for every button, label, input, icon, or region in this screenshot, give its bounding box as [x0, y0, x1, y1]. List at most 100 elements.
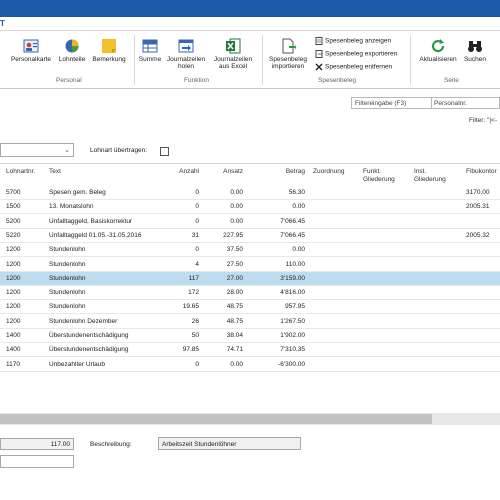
cell-text: Stundenlohn Dezember [49, 317, 118, 325]
column-header-lohnartnr[interactable]: Lohnartnr. [6, 168, 35, 176]
cell-ansatz: 28.00 [226, 289, 243, 297]
note-icon [102, 39, 116, 53]
lohnteile-button[interactable]: Lohnteile [56, 38, 88, 63]
cell-betrag: 1'267.50 [280, 317, 305, 325]
cell-lohnartnr: 1200 [6, 246, 21, 254]
ribbon-separator [134, 35, 135, 85]
column-header-anzahl[interactable]: Anzahl [160, 168, 199, 176]
journalzeilen-excel-label-2: aus Excel [218, 63, 248, 70]
table-row[interactable]: 1500 13. Monatslohn 0 0.00 0.00 2005.31 [0, 200, 500, 215]
column-header-text[interactable]: Text [49, 168, 61, 176]
personalkarte-label: Personalkarte [10, 56, 52, 63]
cell-anzahl: 31 [191, 231, 199, 239]
spesenbeleg-exportieren-button[interactable]: Spesenbeleg exportieren [315, 50, 397, 58]
cell-ansatz: 27.00 [226, 274, 243, 282]
journalzeilen-holen-label-1: Journalzeilen [166, 56, 206, 63]
import-lines-icon [178, 39, 194, 53]
anzahl-field[interactable]: 117.00 [0, 438, 74, 450]
filter-input[interactable]: Filtereingabe (F3) Personalnr. [351, 97, 500, 109]
cell-text: Stundenlohn [49, 246, 86, 254]
aktualisieren-label: Aktualisieren [419, 56, 457, 63]
lohnart-uebertragen-checkbox[interactable] [160, 147, 169, 156]
anzahl-value: 117.00 [50, 441, 70, 448]
cell-ansatz: 48.75 [226, 317, 243, 325]
lohnteile-label: Lohnteile [58, 56, 86, 63]
secondary-input[interactable] [0, 455, 74, 468]
column-header-inst-gliederung[interactable]: Inst. Gliederung [414, 168, 446, 184]
cell-text: Stundenlohn [49, 303, 86, 311]
cell-betrag: 1'902.00 [280, 332, 305, 339]
cell-anzahl: 26 [191, 317, 199, 325]
bemerkung-label: Bemerkung [92, 56, 126, 63]
table-row[interactable]: 1200 Stundenlohn 0 37.50 0.00 [0, 243, 500, 258]
cell-lohnartnr: 5700 [6, 189, 21, 196]
cell-betrag: 110.00 [285, 260, 305, 268]
column-header-funkt-line2: Gliederung [363, 176, 395, 183]
table-row[interactable]: 5220 Unfalltaggeld 01.05.-31.05.2016 31 227… [0, 229, 500, 243]
spesenbeleg-anzeigen-label: Spesenbeleg anzeigen [325, 37, 392, 45]
cell-anzahl: 97.85 [182, 346, 199, 354]
cell-ansatz: 27.50 [226, 260, 243, 268]
cell-betrag: 56.30 [288, 189, 305, 196]
lohnart-dropdown[interactable]: ⌄ [0, 143, 74, 157]
cell-fibukonto: 2005.32 [466, 231, 490, 239]
table-row[interactable]: 1170 Unbezahlter Urlaub 0 0.00 -6'300.00 [0, 358, 500, 372]
spesenbeleg-entfernen-button[interactable]: Spesenbeleg entfernen [315, 63, 392, 71]
personalkarte-button[interactable]: Personalkarte [8, 38, 54, 63]
group-label-personal: Personal [56, 77, 82, 84]
column-header-inst-line1: Inst. [414, 168, 427, 175]
table-row[interactable]: 1200 Stundenlohn 4 27.50 110.00 [0, 258, 500, 272]
summe-button[interactable]: Summe [137, 38, 163, 63]
cell-ansatz: 0.00 [230, 360, 243, 368]
cell-anzahl: 50 [191, 332, 199, 339]
cell-lohnartnr: 1200 [6, 289, 21, 297]
table-row[interactable]: 1200 Stundenlohn 117 27.00 3'159.00 [0, 271, 500, 286]
cell-betrag: 0.00 [292, 246, 305, 254]
cell-ansatz: 74.71 [226, 346, 243, 354]
column-header-ansatz[interactable]: Ansatz [204, 168, 243, 176]
menu-tab[interactable]: T [0, 19, 5, 28]
journalzeilen-holen-button[interactable]: Journalzeilen holen [164, 38, 208, 70]
table-row[interactable]: 1200 Stundenlohn 172 28.00 4'816.00 [0, 286, 500, 301]
cell-lohnartnr: 1200 [6, 303, 21, 311]
suchen-button[interactable]: Suchen [462, 38, 488, 63]
column-header-zuordnung[interactable]: Zuordnung [313, 168, 344, 176]
aktualisieren-button[interactable]: Aktualisieren [414, 38, 462, 63]
column-header-fibukonto[interactable]: Fibukontor [466, 168, 497, 176]
column-header-betrag[interactable]: Betrag [250, 168, 305, 176]
table-row[interactable]: 1200 Stundenlohn 19.65 48.75 957.95 [0, 300, 500, 315]
cell-anzahl: 0 [195, 217, 199, 225]
document-export-icon [315, 50, 323, 58]
table-row[interactable]: 1400 Überstundenentschädigung 97.85 74.71 7'… [0, 343, 500, 358]
filter-field-select[interactable]: Personalnr. [434, 100, 467, 107]
spesenbeleg-importieren-button[interactable]: Spesenbeleg importieren [265, 38, 311, 70]
cell-anzahl: 4 [195, 260, 199, 268]
cell-anzahl: 0 [195, 203, 199, 211]
scrollbar-thumb[interactable] [0, 414, 432, 424]
beschreibung-field[interactable]: Arbeitszeit Stundenlöhner [158, 437, 301, 450]
column-header-funkt-gliederung[interactable]: Funkt. Gliederung [363, 168, 395, 184]
table-row[interactable]: 1400 Überstundenentschädigung 50 38.04 1'902… [0, 329, 500, 343]
cell-lohnartnr: 1170 [6, 360, 20, 368]
journalzeilen-excel-button[interactable]: Journalzeilen aus Excel [210, 38, 256, 70]
cell-lohnartnr: 1400 [6, 346, 21, 354]
cell-betrag: 957.95 [285, 303, 305, 311]
group-label-spesenbeleg: Spesenbeleg [318, 77, 356, 84]
horizontal-scrollbar[interactable] [0, 413, 500, 425]
beschreibung-label: Beschreibung: [90, 441, 132, 448]
cell-text: Stundenlohn [49, 274, 86, 282]
spesenbeleg-anzeigen-button[interactable]: Spesenbeleg anzeigen [315, 37, 391, 45]
bemerkung-button[interactable]: Bemerkung [89, 38, 129, 63]
table-row[interactable]: 1200 Stundenlohn Dezember 26 48.75 1'267.50 [0, 315, 500, 329]
menu-bar: T [0, 17, 500, 31]
column-header-funkt-line1: Funkt. [363, 168, 382, 175]
binoculars-icon [468, 41, 482, 52]
table-row[interactable]: 5700 Spesen gem. Beleg 0 0.00 56.30 3170.00 [0, 186, 500, 200]
cell-lohnartnr: 1200 [6, 260, 21, 268]
person-card-icon [23, 39, 39, 53]
table-row[interactable]: 5200 Unfalltaggeld, Basiskorrektur 0 0.00 7'… [0, 215, 500, 229]
beschreibung-value: Arbeitszeit Stundenlöhner [162, 441, 237, 448]
filter-divider [431, 98, 432, 108]
remove-icon [315, 63, 323, 71]
ribbon-separator [262, 35, 263, 85]
